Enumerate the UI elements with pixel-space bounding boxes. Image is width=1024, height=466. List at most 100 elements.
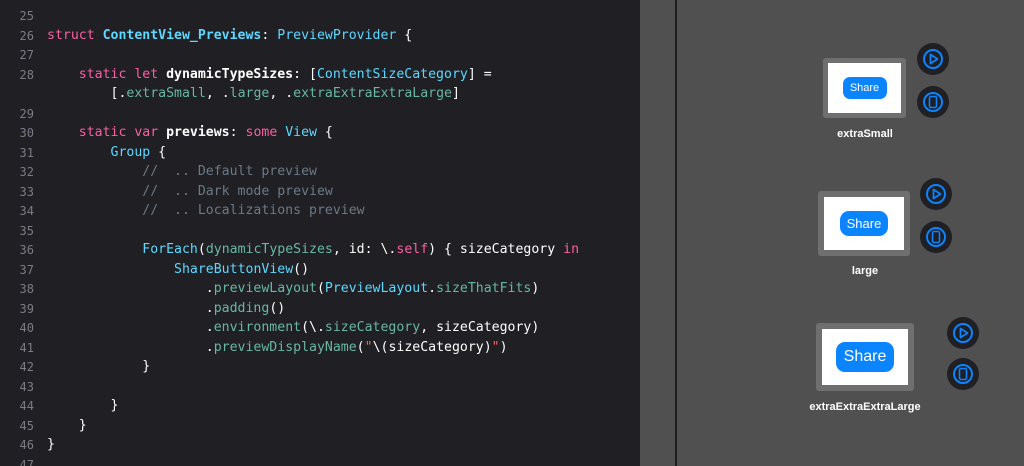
preview-on-device-button[interactable] bbox=[947, 358, 979, 390]
code-token: previewDisplayName bbox=[213, 339, 357, 355]
code-token: () bbox=[269, 300, 286, 316]
code-token: : [ bbox=[293, 66, 317, 82]
code-token: PreviewLayout bbox=[324, 281, 429, 296]
preview-label-extra-extra-extra-large: extraExtraExtraLarge bbox=[809, 401, 921, 413]
code-token: ContentView_Previews bbox=[102, 27, 262, 43]
preview-screen: Share bbox=[828, 63, 901, 113]
code-token: PreviewProvider bbox=[277, 27, 397, 43]
code-text: ShareButtonView() bbox=[47, 260, 309, 280]
code-text: } bbox=[47, 357, 150, 377]
code-token: some bbox=[245, 125, 286, 140]
code-token: View bbox=[285, 125, 317, 140]
code-text: struct ContentView_Previews: PreviewProv… bbox=[47, 26, 412, 46]
device-icon bbox=[926, 227, 946, 247]
line-number: 39 bbox=[19, 301, 34, 316]
code-token: ( bbox=[356, 339, 365, 355]
code-token: extraSmall bbox=[126, 86, 206, 101]
live-preview-button[interactable] bbox=[947, 317, 979, 349]
code-token: previews bbox=[166, 125, 230, 140]
code-text: } bbox=[47, 416, 87, 436]
code-token: ) bbox=[499, 339, 508, 355]
code-token: { bbox=[150, 144, 167, 160]
line-number: 30 bbox=[19, 126, 34, 140]
play-circle-icon bbox=[953, 323, 973, 343]
code-token: { bbox=[316, 125, 333, 140]
line-number: 38 bbox=[19, 282, 34, 296]
code-token: ForEach bbox=[142, 242, 198, 257]
code-token: in bbox=[563, 242, 580, 257]
preview-label-large: large bbox=[851, 265, 879, 277]
line-number: 25 bbox=[19, 9, 34, 23]
code-text: ForEach(dynamicTypeSizes, id: \.self) { … bbox=[47, 240, 579, 260]
code-token: , id: \. bbox=[332, 242, 397, 257]
pane-divider[interactable] bbox=[640, 0, 676, 466]
preview-card-large[interactable]: Share bbox=[818, 191, 910, 256]
code-token: // .. Default preview bbox=[47, 164, 317, 179]
line-number: 43 bbox=[19, 379, 34, 394]
code-token: ] bbox=[451, 86, 460, 101]
code-token: environment bbox=[213, 320, 302, 335]
line-number: 32 bbox=[19, 165, 34, 179]
code-text: } bbox=[47, 396, 119, 416]
line-number: 33 bbox=[19, 184, 34, 199]
line-number: 46 bbox=[19, 438, 34, 452]
share-button[interactable]: Share bbox=[836, 342, 894, 372]
code-token: . bbox=[428, 281, 437, 296]
line-number: 40 bbox=[19, 321, 34, 335]
line-number: 36 bbox=[19, 243, 34, 257]
code-token: Group bbox=[110, 144, 151, 160]
code-text: // .. Dark mode preview bbox=[47, 182, 333, 202]
code-token: ) { sizeCategory bbox=[428, 242, 564, 257]
line-number: 41 bbox=[19, 340, 34, 355]
code-token: ContentSizeCategory bbox=[316, 66, 468, 82]
code-token: dynamicTypeSizes bbox=[205, 242, 333, 257]
code-token: . bbox=[47, 281, 214, 296]
code-token: } bbox=[47, 437, 55, 452]
line-number: 37 bbox=[19, 262, 34, 277]
code-text: .environment(\.sizeCategory, sizeCategor… bbox=[47, 318, 540, 338]
line-number: 28 bbox=[19, 67, 34, 82]
code-token: } bbox=[47, 359, 151, 374]
share-button[interactable]: Share bbox=[840, 211, 888, 236]
code-token: \(sizeCategory) bbox=[372, 339, 492, 355]
code-token: ShareButtonView bbox=[174, 261, 294, 277]
line-number: 47 bbox=[19, 457, 34, 466]
line-number: 31 bbox=[19, 145, 34, 160]
code-token: // .. Localizations preview bbox=[47, 203, 365, 218]
code-text: // .. Default preview bbox=[47, 162, 317, 182]
share-button[interactable]: Share bbox=[842, 77, 887, 99]
code-token: ] = bbox=[467, 66, 492, 82]
code-token: dynamicTypeSizes bbox=[166, 66, 294, 82]
code-token: . bbox=[47, 300, 214, 316]
preview-card-extra-extra-extra-large[interactable]: Share bbox=[816, 323, 914, 391]
code-token: , sizeCategory) bbox=[420, 320, 540, 335]
code-token: ) bbox=[531, 281, 540, 296]
code-token: " bbox=[491, 339, 500, 355]
preview-screen: Share bbox=[824, 197, 904, 250]
preview-card-extra-small[interactable]: Share bbox=[823, 58, 906, 118]
code-token: (\. bbox=[301, 320, 325, 335]
code-token: static let bbox=[47, 66, 167, 82]
code-token: extraExtraExtraLarge bbox=[293, 86, 452, 101]
code-token: previewLayout bbox=[213, 281, 317, 296]
live-preview-button[interactable] bbox=[920, 178, 952, 210]
code-text: static var previews: some View { bbox=[47, 123, 333, 143]
code-token: , . bbox=[269, 86, 294, 101]
code-token: [. bbox=[47, 86, 127, 101]
code-text: .padding() bbox=[47, 299, 285, 319]
play-circle-icon bbox=[923, 49, 943, 69]
preview-on-device-button[interactable] bbox=[917, 86, 949, 118]
code-token: } bbox=[47, 398, 119, 413]
preview-screen: Share bbox=[822, 329, 908, 385]
code-token: self bbox=[396, 242, 429, 257]
live-preview-button[interactable] bbox=[917, 43, 949, 75]
code-editor[interactable]: 25 26 struct ContentView_Previews: Preview… bbox=[0, 0, 640, 466]
preview-on-device-button[interactable] bbox=[920, 221, 952, 253]
play-circle-icon bbox=[926, 184, 946, 204]
code-token: : bbox=[261, 27, 278, 43]
device-icon bbox=[923, 92, 943, 112]
code-token: // .. Dark mode preview bbox=[47, 183, 333, 199]
